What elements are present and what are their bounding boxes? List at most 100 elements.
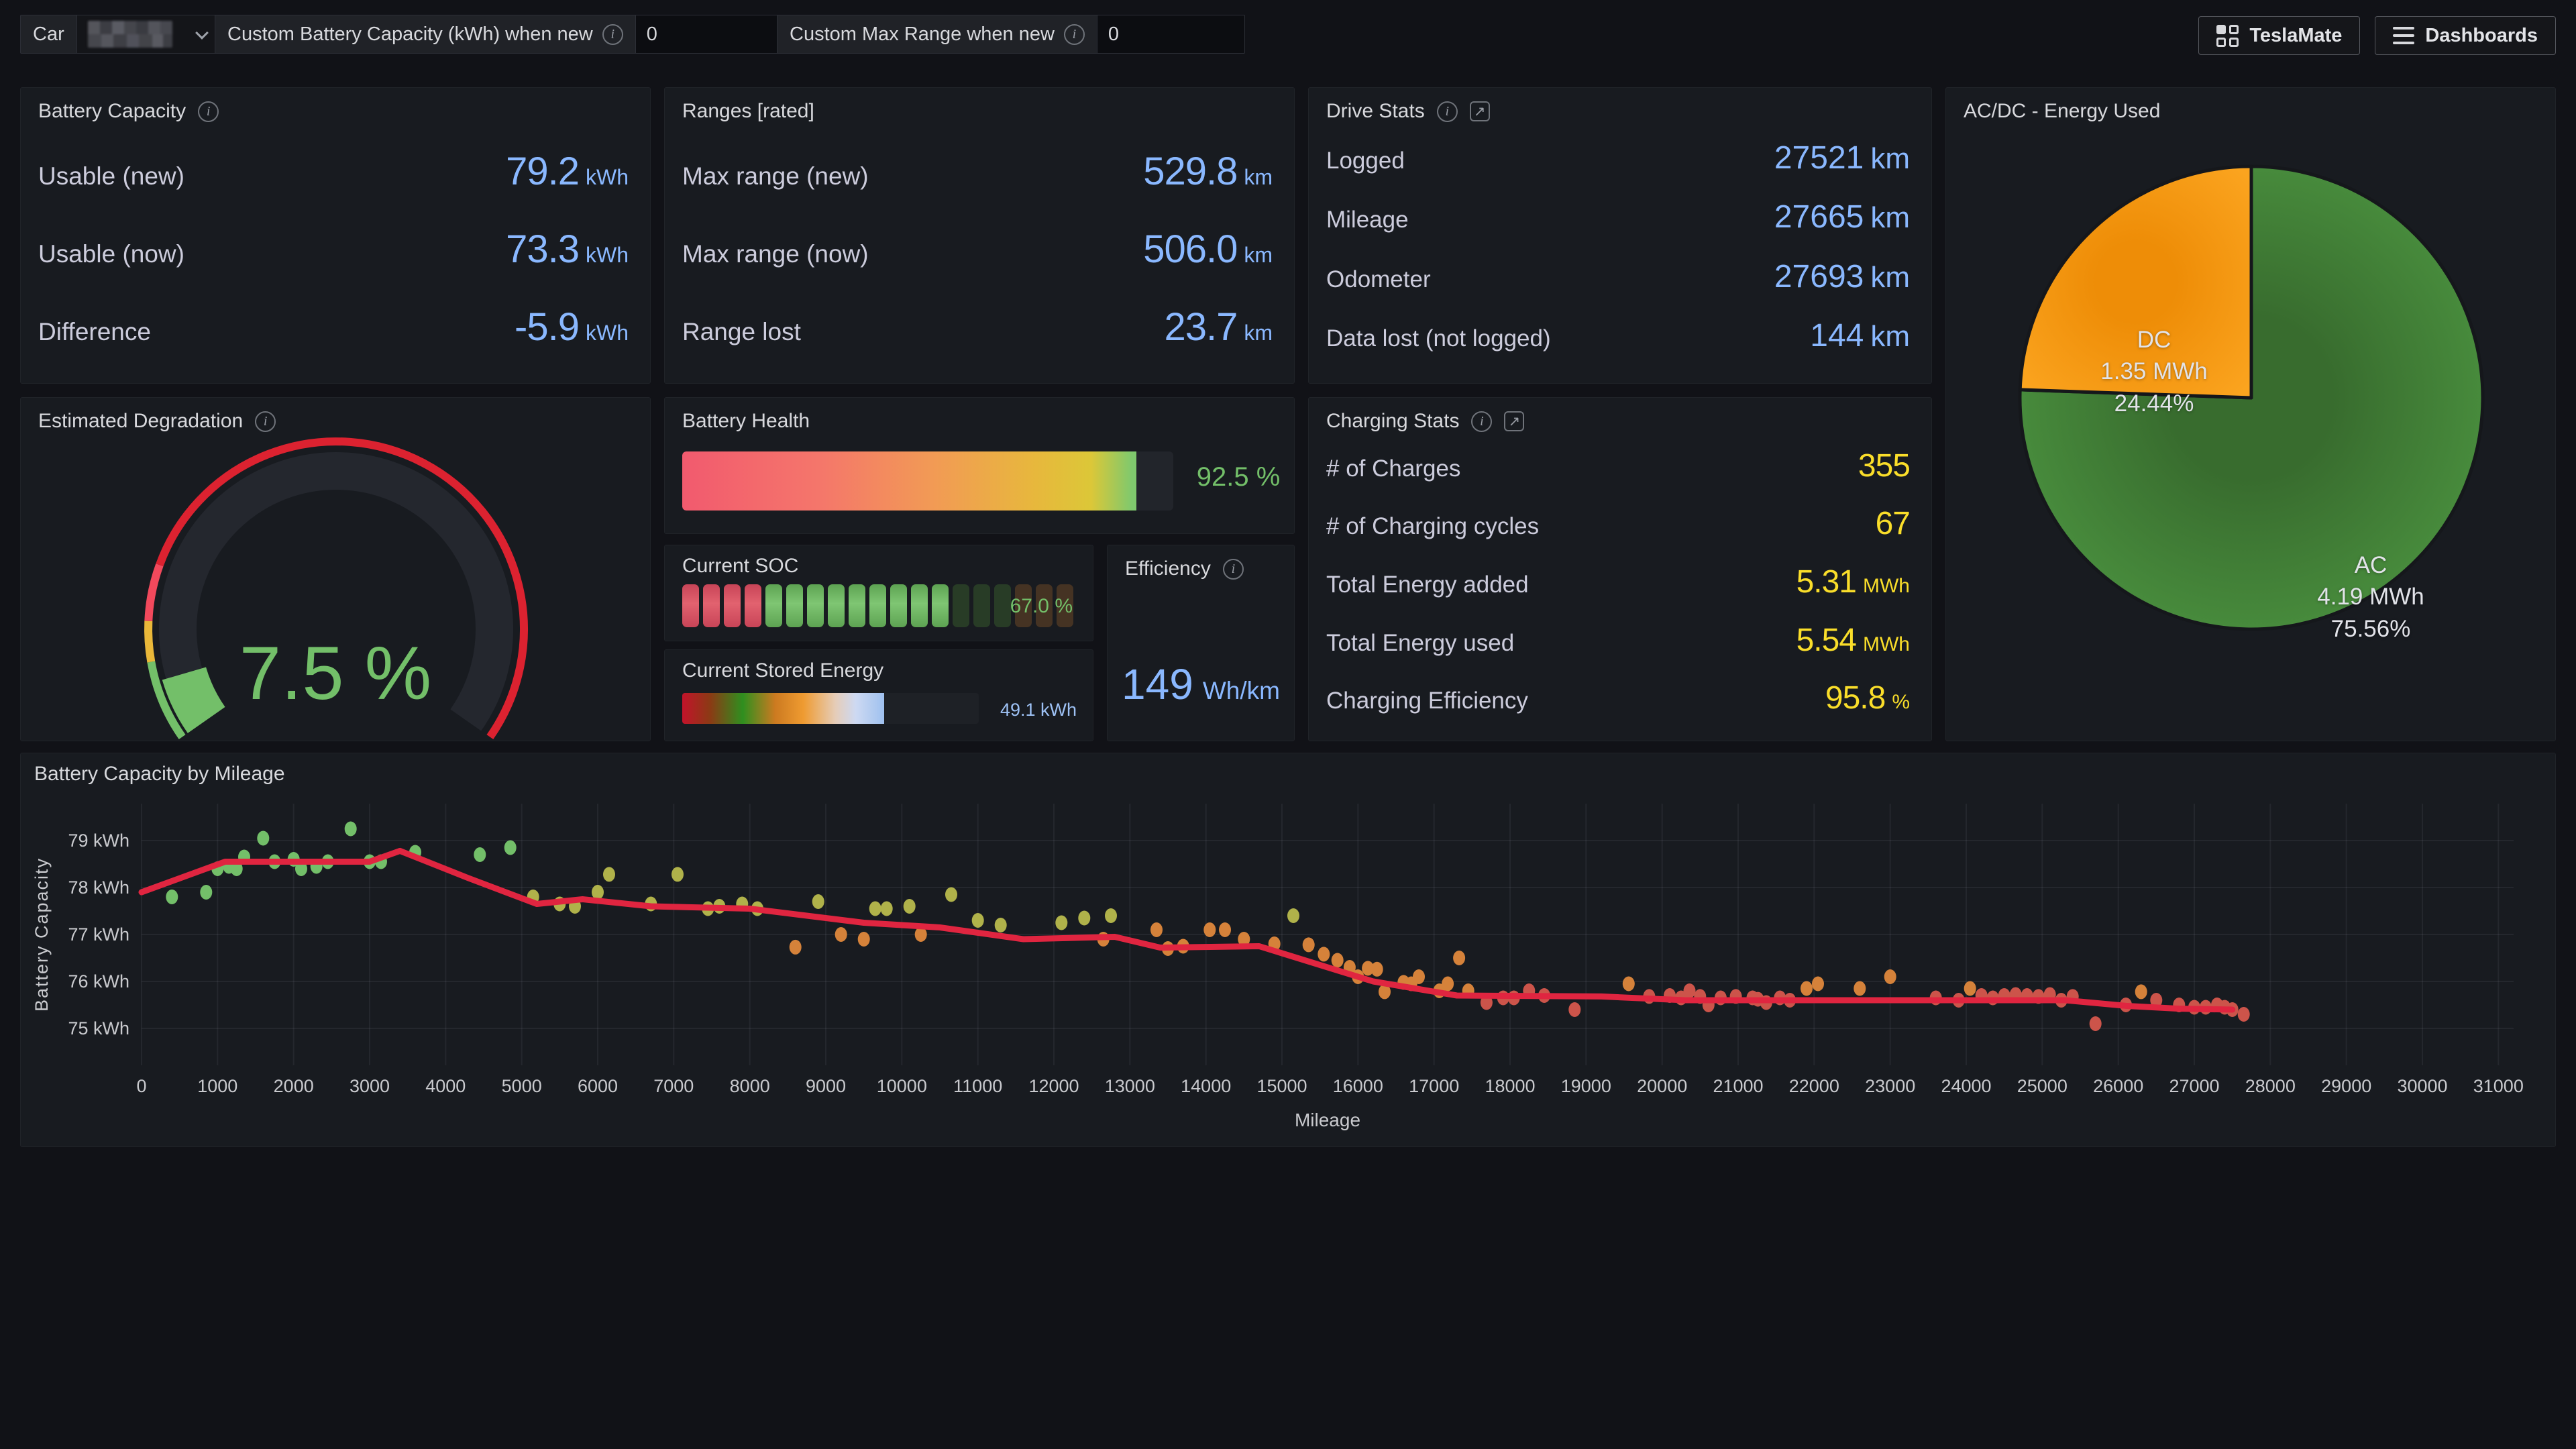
dashboard: { "icons": {"info": "i", "external": "↗"…	[0, 0, 2576, 1449]
custom-max-range-input[interactable]: 0	[1097, 15, 1245, 54]
info-icon[interactable]: i	[1064, 24, 1085, 45]
soc-segment	[682, 584, 699, 627]
svg-text:18000: 18000	[1485, 1076, 1535, 1096]
stat-value: 529.8km	[1143, 149, 1273, 194]
panel-battery-capacity-by-mileage: Battery Capacity by Mileage 010002000300…	[20, 753, 2556, 1147]
svg-text:Battery Capacity: Battery Capacity	[32, 857, 52, 1012]
panel-title: Current Stored Energy	[682, 659, 883, 682]
panel-title: Efficiency	[1125, 557, 1211, 580]
info-icon[interactable]: i	[1437, 101, 1458, 122]
soc-segment	[828, 584, 845, 627]
stat-label: Max range (now)	[682, 240, 869, 268]
stat-label: Total Energy used	[1326, 630, 1514, 657]
svg-text:5000: 5000	[502, 1076, 542, 1096]
stat-value: 5.54MWh	[1796, 622, 1910, 659]
svg-text:30000: 30000	[2397, 1076, 2447, 1096]
svg-text:17000: 17000	[1409, 1076, 1459, 1096]
svg-text:23000: 23000	[1865, 1076, 1915, 1096]
svg-text:21000: 21000	[1713, 1076, 1763, 1096]
stat-label: # of Charging cycles	[1326, 513, 1539, 540]
svg-text:79 kWh: 79 kWh	[68, 830, 129, 851]
stat-label: Logged	[1326, 148, 1405, 174]
svg-text:6000: 6000	[578, 1076, 618, 1096]
stat-row: Difference-5.9kWh	[38, 305, 629, 350]
svg-text:22000: 22000	[1789, 1076, 1839, 1096]
panel-title: Current SOC	[682, 555, 798, 578]
svg-text:10000: 10000	[877, 1076, 927, 1096]
svg-text:16000: 16000	[1333, 1076, 1383, 1096]
panel-stored-energy: Current Stored Energy 49.1 kWh	[664, 649, 1093, 741]
external-link-icon[interactable]: ↗	[1504, 411, 1524, 431]
stat-row: Total Energy used 5.54MWh	[1326, 622, 1910, 659]
svg-text:0: 0	[136, 1076, 146, 1096]
svg-text:29000: 29000	[2321, 1076, 2371, 1096]
custom-max-range-control: Custom Max Range when new i 0	[777, 15, 1245, 54]
stat-list: # of Charges355# of Charging cycles67Tot…	[1326, 437, 1910, 727]
svg-text:31000: 31000	[2473, 1076, 2524, 1096]
panel-estimated-degradation: Estimated Degradation i 7.5 %	[20, 397, 651, 741]
info-icon[interactable]: i	[198, 101, 219, 122]
stat-label: Charging Efficiency	[1326, 688, 1528, 714]
svg-text:20000: 20000	[1637, 1076, 1687, 1096]
soc-segment	[807, 584, 824, 627]
stat-row: Data lost (not logged)144km	[1326, 317, 1910, 354]
teslamate-button[interactable]: TeslaMate	[2198, 16, 2360, 55]
chevron-down-icon	[195, 26, 209, 40]
soc-segment	[786, 584, 803, 627]
stat-label: # of Charges	[1326, 455, 1460, 482]
svg-text:15000: 15000	[1256, 1076, 1307, 1096]
svg-text:9000: 9000	[806, 1076, 846, 1096]
info-icon[interactable]: i	[1223, 559, 1244, 580]
stat-value: 79.2kWh	[506, 149, 629, 194]
stat-row: # of Charging cycles67	[1326, 505, 1910, 542]
stat-row: Odometer27693km	[1326, 258, 1910, 295]
panel-title: Charging Stats	[1326, 410, 1459, 433]
car-select-value[interactable]	[77, 15, 218, 54]
external-link-icon[interactable]: ↗	[1470, 101, 1490, 121]
custom-max-range-label: Custom Max Range when new	[790, 23, 1055, 46]
custom-battery-capacity-input[interactable]: 0	[636, 15, 790, 54]
stat-row: Charging Efficiency 95.8%	[1326, 680, 1910, 716]
panel-current-soc: Current SOC 67.0 %	[664, 545, 1093, 641]
stat-value: 27693km	[1774, 258, 1910, 295]
svg-text:2000: 2000	[274, 1076, 314, 1096]
soc-segment	[890, 584, 907, 627]
stat-row: Total Energy added5.31MWh	[1326, 564, 1910, 600]
apps-grid-icon	[2216, 25, 2239, 47]
stat-row: Max range (new)529.8km	[682, 149, 1273, 194]
stat-label: Mileage	[1326, 207, 1409, 233]
stat-row: Usable (now)73.3kWh	[38, 227, 629, 272]
info-icon[interactable]: i	[602, 24, 623, 45]
car-select[interactable]: Car	[20, 15, 218, 54]
soc-segment	[703, 584, 720, 627]
teslamate-button-label: TeslaMate	[2249, 25, 2342, 47]
stat-row: Mileage27665km	[1326, 199, 1910, 235]
pie-label-ac: AC 4.19 MWh 75.56%	[2267, 549, 2475, 645]
svg-text:Mileage: Mileage	[1295, 1110, 1360, 1130]
stat-label: Usable (new)	[38, 162, 184, 191]
panel-title: Drive Stats	[1326, 100, 1425, 123]
stat-value: 95.8%	[1825, 680, 1910, 716]
car-select-label: Car	[20, 15, 77, 54]
degradation-value: 7.5 %	[21, 630, 650, 716]
stat-row: Range lost23.7km	[682, 305, 1273, 350]
stat-list: Logged 27521km Mileage27665km Odometer27693…	[1326, 128, 1910, 366]
svg-text:8000: 8000	[730, 1076, 770, 1096]
battery-health-bar	[682, 451, 1173, 511]
stored-energy-value: 49.1 kWh	[988, 700, 1089, 720]
panel-battery-capacity: Battery Capacity i Usable (new) 79.2kWh Us…	[20, 87, 651, 384]
panel-title: Battery Health	[682, 410, 810, 433]
panel-title: Battery Capacity	[38, 100, 186, 123]
menu-icon	[2393, 27, 2414, 44]
dashboards-button[interactable]: Dashboards	[2375, 16, 2556, 55]
stat-value: 5.31MWh	[1796, 564, 1910, 600]
svg-text:75 kWh: 75 kWh	[68, 1018, 129, 1038]
soc-segment	[765, 584, 782, 627]
svg-text:13000: 13000	[1105, 1076, 1155, 1096]
stat-value: 27521km	[1774, 140, 1910, 176]
scatter-chart[interactable]: 0100020003000400050006000700080009000100…	[21, 753, 2555, 1146]
info-icon[interactable]: i	[1471, 411, 1492, 432]
panel-title: Ranges [rated]	[682, 100, 814, 123]
custom-battery-capacity-label: Custom Battery Capacity (kWh) when new	[227, 23, 593, 46]
svg-text:14000: 14000	[1181, 1076, 1231, 1096]
